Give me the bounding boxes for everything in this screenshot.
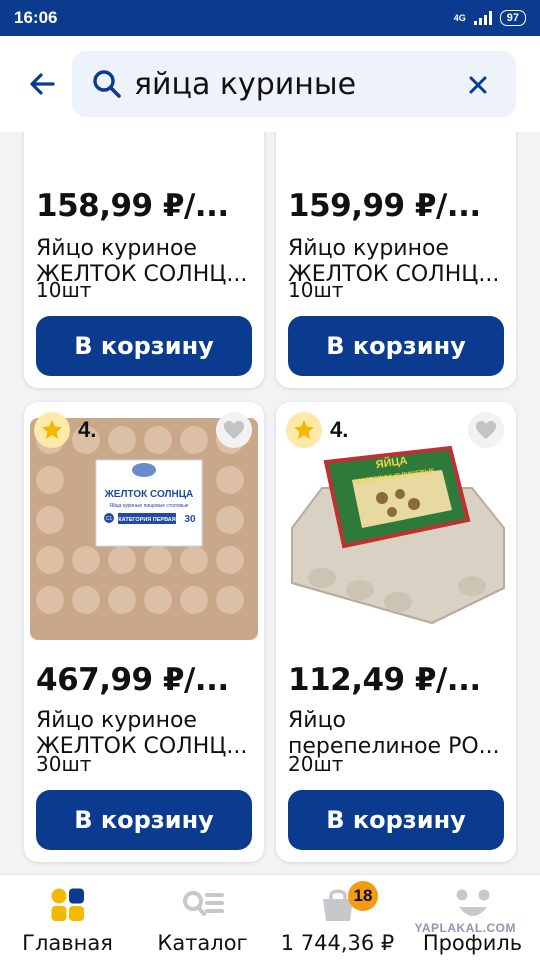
product-card[interactable]: 159,99 ₽/... Яйцо куриное ЖЕЛТОК СОЛНЦ..…	[276, 132, 516, 388]
search-input[interactable]: яйца куриные	[72, 51, 516, 117]
bottom-navigation: Главная Каталог 18 1 744,36 ₽ Профиль YA…	[0, 874, 540, 960]
nav-label: Каталог	[157, 931, 248, 955]
package-subtitle: Яйца куриные пищевые столовые	[109, 502, 188, 509]
star-icon	[34, 412, 70, 448]
add-to-cart-button[interactable]: В корзину	[36, 316, 252, 376]
product-image-egg-tray-30: ЖЕЛТОК СОЛНЦА Яйца куриные пищевые столо…	[30, 418, 258, 640]
network-type: 4G	[453, 13, 466, 23]
back-arrow-icon	[30, 73, 55, 95]
product-price: 159,99 ₽/...	[288, 188, 481, 224]
heart-icon	[224, 421, 244, 439]
nav-item-profile[interactable]: Профиль YAPLAKAL.COM	[405, 875, 540, 960]
signal-icon	[473, 11, 492, 25]
nav-item-catalog[interactable]: Каталог	[135, 875, 270, 960]
search-header: яйца куриные	[0, 36, 540, 132]
nav-item-cart[interactable]: 18 1 744,36 ₽	[270, 875, 405, 960]
nav-item-home[interactable]: Главная	[0, 875, 135, 960]
product-image-quail-eggs-box: ЯЙЦА ПЕРЕПЕЛИНЫЕ ПИЩЕВЫЕ	[282, 418, 510, 640]
product-card[interactable]: ЖЕЛТОК СОЛНЦА Яйца куриные пищевые столо…	[24, 402, 264, 862]
status-bar: 16:06 4G 97	[0, 0, 540, 36]
catalog-icon	[182, 891, 224, 916]
product-quantity: 10шт	[36, 278, 92, 302]
product-quantity: 30шт	[36, 752, 92, 776]
battery-icon: 97	[499, 10, 526, 26]
search-query: яйца куриные	[134, 66, 357, 102]
favorite-button[interactable]	[216, 412, 252, 448]
add-to-cart-button[interactable]: В корзину	[288, 316, 504, 376]
profile-face-icon	[456, 889, 489, 916]
package-count: 30	[184, 514, 196, 525]
close-icon	[469, 76, 487, 94]
product-grid: 158,99 ₽/... Яйцо куриное ЖЕЛТОК СОЛНЦ..…	[0, 132, 540, 874]
product-card[interactable]: ЯЙЦА ПЕРЕПЕЛИНЫЕ ПИЩЕВЫЕ 4. 112,49 ₽/...…	[276, 402, 516, 862]
product-price: 467,99 ₽/...	[36, 662, 229, 698]
product-quantity: 20шт	[288, 752, 344, 776]
add-to-cart-button[interactable]: В корзину	[288, 790, 504, 850]
product-price: 112,49 ₽/...	[288, 662, 481, 698]
rating-value: 4.	[330, 417, 349, 442]
clear-search-button[interactable]	[464, 71, 492, 99]
status-indicators: 4G 97	[454, 10, 526, 26]
heart-icon	[476, 421, 496, 439]
favorite-button[interactable]	[468, 412, 504, 448]
status-time: 16:06	[14, 8, 58, 27]
product-rating: 4.	[286, 412, 348, 448]
cart-count-badge: 18	[348, 881, 378, 911]
search-icon	[93, 70, 121, 98]
back-button[interactable]	[22, 66, 62, 102]
star-icon	[286, 412, 322, 448]
package-grade: С1	[106, 516, 113, 522]
rating-value: 4.	[78, 417, 97, 442]
product-price: 158,99 ₽/...	[36, 188, 229, 224]
nav-label: 1 744,36 ₽	[280, 931, 395, 955]
product-quantity: 10шт	[288, 278, 344, 302]
home-grid-icon	[51, 888, 84, 921]
package-category: КАТЕГОРИЯ ПЕРВАЯ	[118, 517, 175, 523]
add-to-cart-button[interactable]: В корзину	[36, 790, 252, 850]
watermark: YAPLAKAL.COM	[414, 921, 516, 935]
product-card[interactable]: 158,99 ₽/... Яйцо куриное ЖЕЛТОК СОЛНЦ..…	[24, 132, 264, 388]
product-rating: 4.	[34, 412, 96, 448]
nav-label: Главная	[22, 931, 113, 955]
package-brand: ЖЕЛТОК СОЛНЦА	[104, 489, 194, 500]
